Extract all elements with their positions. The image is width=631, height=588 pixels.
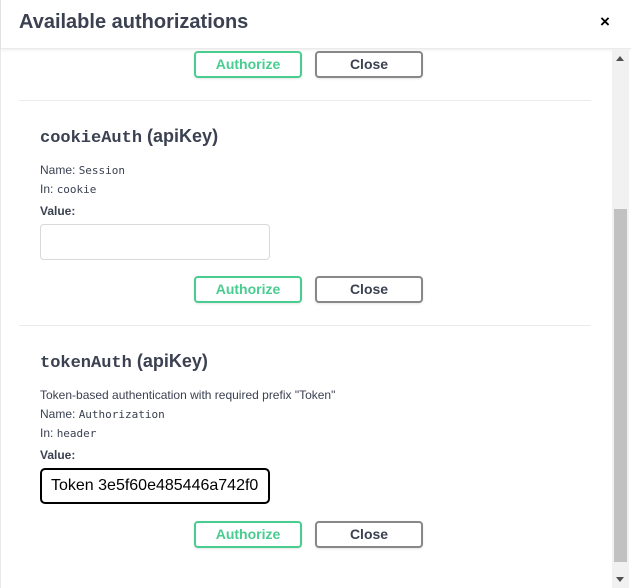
modal-header: Available authorizations ×: [1, 0, 631, 49]
cookieauth-authorize-button[interactable]: Authorize: [194, 276, 302, 303]
tokenauth-value-input[interactable]: [40, 468, 270, 504]
divider: [19, 325, 591, 326]
tokenauth-in-row: In: header: [40, 426, 97, 440]
tokenauth-authorize-button[interactable]: Authorize: [194, 521, 302, 548]
scrollbar-thumb[interactable]: [614, 209, 627, 562]
authorizations-modal: Available authorizations × Authorize Clo…: [0, 0, 631, 588]
modal-title: Available authorizations: [19, 11, 249, 33]
tokenauth-name-row: Name: Authorization: [40, 407, 165, 421]
cookieauth-value-input[interactable]: [40, 224, 270, 260]
scroll-down-arrow-icon[interactable]: [616, 577, 624, 582]
cookieauth-title: cookieAuth (apiKey): [40, 126, 219, 148]
cookieauth-value-label: Value:: [40, 204, 76, 218]
tokenauth-title: tokenAuth (apiKey): [40, 351, 208, 373]
cookieauth-close-button[interactable]: Close: [315, 276, 423, 303]
tokenauth-close-button[interactable]: Close: [315, 521, 423, 548]
cookieauth-name-row: Name: Session: [40, 163, 126, 177]
authorize-button-prev[interactable]: Authorize: [194, 51, 302, 78]
scroll-up-arrow-icon[interactable]: [616, 56, 624, 61]
cookieauth-in-row: In: cookie: [40, 182, 97, 196]
tokenauth-value-label: Value:: [40, 448, 76, 462]
tokenauth-description: Token-based authentication with required…: [40, 388, 336, 402]
close-icon[interactable]: ×: [600, 12, 610, 32]
modal-content: Authorize Close cookieAuth (apiKey) Name…: [1, 49, 612, 588]
scrollbar[interactable]: [612, 49, 629, 588]
divider: [19, 100, 591, 101]
close-button-prev[interactable]: Close: [315, 51, 423, 78]
